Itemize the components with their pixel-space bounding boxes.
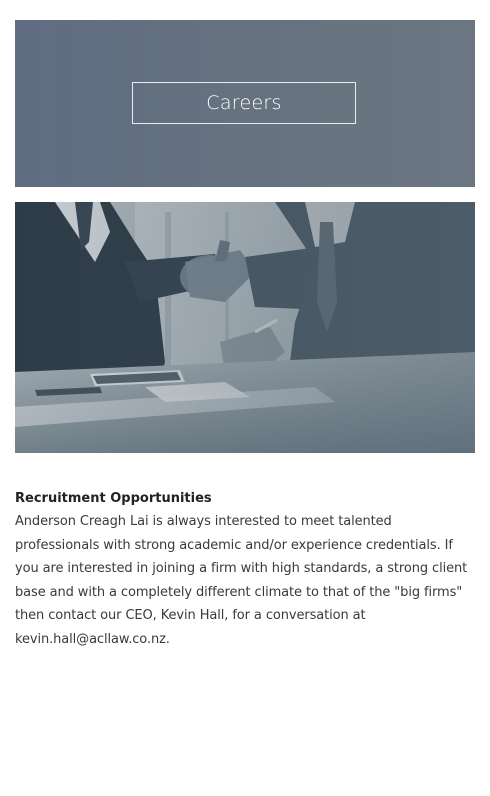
handshake-illustration	[15, 202, 475, 453]
careers-hero-banner: Careers	[15, 20, 475, 187]
recruitment-description: Anderson Creagh Lai is always interested…	[15, 514, 468, 647]
recruitment-section: Recruitment Opportunities Anderson Creag…	[15, 488, 475, 651]
section-title: Recruitment Opportunities	[15, 491, 212, 506]
handshake-photo	[15, 202, 475, 453]
careers-button[interactable]: Careers	[132, 82, 356, 124]
